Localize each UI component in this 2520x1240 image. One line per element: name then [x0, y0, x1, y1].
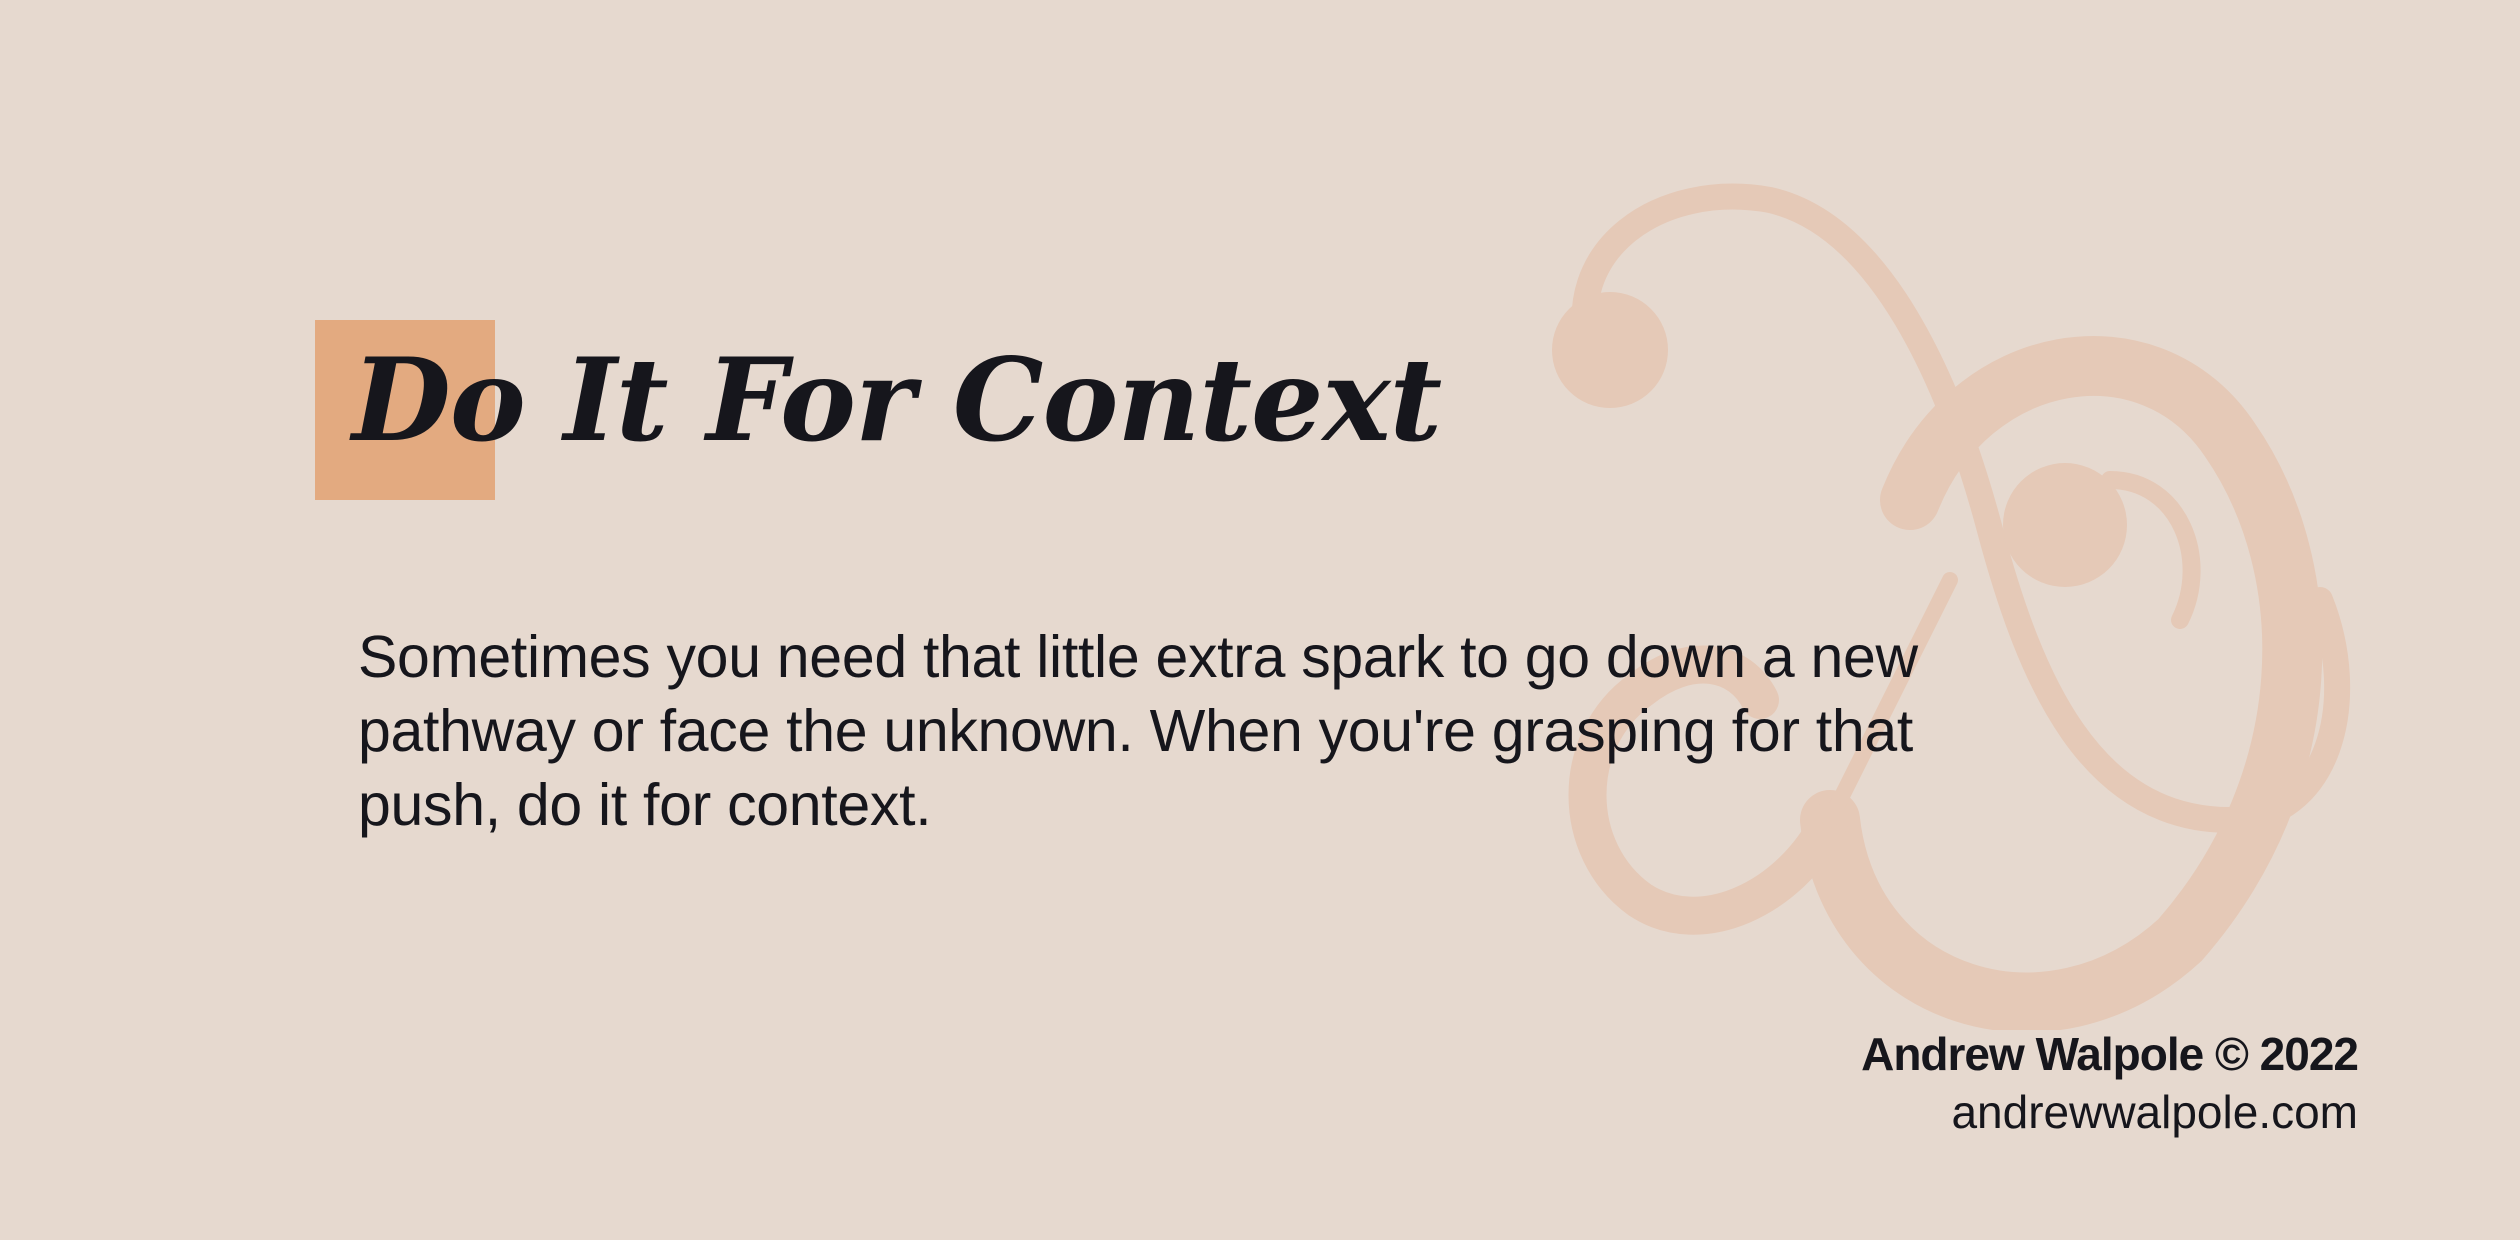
description-line: push, do it for context.	[358, 772, 932, 838]
copyright-text: Andrew Walpole © 2022	[1861, 1028, 2359, 1080]
title-block: Do It For Context	[0, 0, 2520, 520]
description: Sometimes you need that little extra spa…	[358, 620, 2258, 842]
footer: Andrew Walpole © 2022 andrewwalpole.com	[1861, 1025, 2359, 1141]
description-line: Sometimes you need that little extra spa…	[358, 624, 1918, 690]
page-title: Do It For Context	[352, 333, 1442, 467]
description-line: pathway or face the unknown. When you're…	[358, 698, 1914, 764]
website-text: andrewwalpole.com	[1951, 1086, 2358, 1138]
